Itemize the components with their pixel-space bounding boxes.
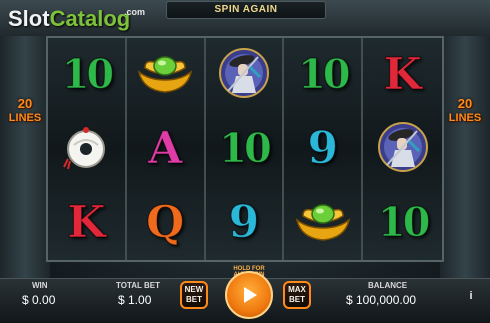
- reel-2-cell-1: [127, 38, 204, 112]
- win-label: WIN: [32, 281, 48, 290]
- warrior-icon: [218, 47, 270, 104]
- reel-1-cell-1: 10: [48, 38, 125, 112]
- reel-4-cell-2: 9: [284, 112, 361, 186]
- reel-3-cell-1: [206, 38, 283, 112]
- reel-5-cell-2: [363, 112, 442, 186]
- symbol-10: 10: [297, 51, 351, 98]
- spin-again-banner: SPIN AGAIN: [166, 1, 326, 19]
- reel-1-cell-2: [48, 112, 125, 186]
- reel-grid: 10 K A Q 10 9 10 9 K 10: [46, 36, 444, 262]
- reel-4-cell-1: 10: [284, 38, 361, 112]
- reel-2-cell-2: A: [127, 112, 204, 186]
- lines-word-right: LINES: [448, 112, 482, 124]
- watermark-slot-text: Slot: [8, 6, 50, 31]
- info-button[interactable]: i: [466, 290, 476, 304]
- reel-1: 10 K: [48, 38, 127, 260]
- symbol-10: 10: [219, 125, 273, 172]
- total-bet-value: $ 1.00: [118, 293, 152, 307]
- win-value: $ 0.00: [22, 293, 56, 307]
- max-bet-button[interactable]: MAX BET: [283, 281, 311, 309]
- reel-5-cell-3: 10: [363, 186, 442, 260]
- spin-button[interactable]: [225, 271, 273, 319]
- right-side-panel: 20 LINES: [440, 36, 490, 278]
- lines-indicator-left: 20 LINES: [0, 96, 50, 126]
- warrior-icon: [377, 121, 429, 178]
- lines-count-left: 20: [17, 96, 33, 111]
- reel-4-cell-3: [284, 186, 361, 260]
- reel-5: K 10: [363, 38, 442, 260]
- symbol-q: Q: [146, 197, 185, 248]
- reel-3-cell-2: 10: [206, 112, 283, 186]
- total-bet-label: TOTAL BET: [116, 281, 160, 290]
- symbol-9: 9: [228, 197, 260, 248]
- reel-4: 10 9: [284, 38, 364, 260]
- left-side-panel: 20 LINES: [0, 36, 50, 278]
- balance-label: BALANCE: [368, 281, 408, 290]
- reel-3-cell-3: 9: [206, 186, 283, 260]
- lines-indicator-right: 20 LINES: [440, 96, 490, 126]
- symbol-k: K: [67, 197, 106, 248]
- balance-value: $ 100,000.00: [346, 293, 417, 307]
- symbol-10: 10: [61, 51, 115, 98]
- lines-count-right: 20: [457, 96, 473, 111]
- gold-ingot-icon: [135, 50, 195, 101]
- symbol-9: 9: [307, 123, 339, 174]
- reel-3: 10 9: [205, 38, 285, 260]
- watermark-com-text: .com: [124, 7, 146, 17]
- max-bet-label: MAX BET: [288, 285, 306, 304]
- reel-2-cell-3: Q: [127, 186, 204, 260]
- lines-word-left: LINES: [8, 112, 42, 124]
- reel-5-cell-1: K: [363, 38, 442, 112]
- new-bet-button[interactable]: NEW BET: [180, 281, 208, 309]
- symbol-k: K: [383, 49, 422, 100]
- reel-2: AQ: [126, 38, 206, 260]
- new-bet-label: NEW BET: [184, 285, 204, 304]
- jade-coin-icon: [60, 121, 112, 178]
- reel-1-cell-3: K: [48, 186, 125, 260]
- symbol-a: A: [148, 123, 183, 174]
- watermark-catalog-text: Catalog: [49, 6, 131, 31]
- symbol-10: 10: [377, 199, 431, 246]
- gold-ingot-icon: [293, 198, 353, 249]
- play-icon: [244, 287, 257, 303]
- watermark-logo: SlotCatalog .com: [8, 6, 145, 32]
